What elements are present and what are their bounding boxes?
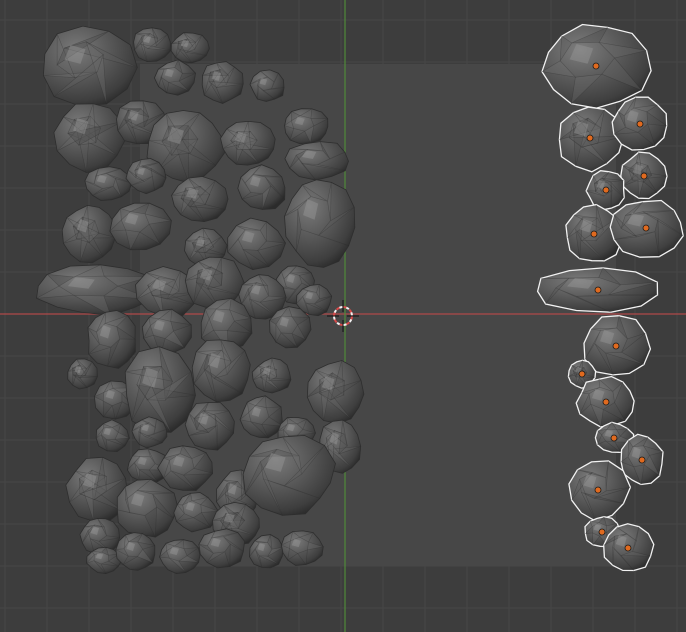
object-origin-dot[interactable] [594, 486, 602, 494]
rock-mesh[interactable] [87, 310, 137, 369]
3d-viewport[interactable] [0, 0, 686, 632]
object-origin-dot[interactable] [640, 172, 648, 180]
viewport-scene[interactable] [0, 0, 686, 632]
object-origin-dot[interactable] [578, 370, 586, 378]
object-origin-dot[interactable] [598, 528, 606, 536]
object-origin-dot[interactable] [610, 434, 618, 442]
object-origin-dot[interactable] [602, 186, 610, 194]
object-origin-dot[interactable] [642, 224, 650, 232]
rock-body [87, 310, 136, 369]
object-origin-dot[interactable] [602, 398, 610, 406]
object-origin-dot[interactable] [636, 120, 644, 128]
object-origin-dot[interactable] [590, 230, 598, 238]
object-origin-dot[interactable] [638, 456, 646, 464]
object-origin-dot[interactable] [592, 62, 600, 70]
object-origin-dot[interactable] [586, 134, 594, 142]
object-origin-dot[interactable] [624, 544, 632, 552]
object-origin-dot[interactable] [612, 342, 620, 350]
rock-mesh[interactable] [283, 108, 329, 145]
object-origin-dot[interactable] [594, 286, 602, 294]
selected-rock[interactable] [609, 199, 684, 258]
selected-rock[interactable] [536, 267, 659, 313]
rock-mesh[interactable] [133, 27, 172, 63]
rock-mesh[interactable] [67, 358, 98, 390]
